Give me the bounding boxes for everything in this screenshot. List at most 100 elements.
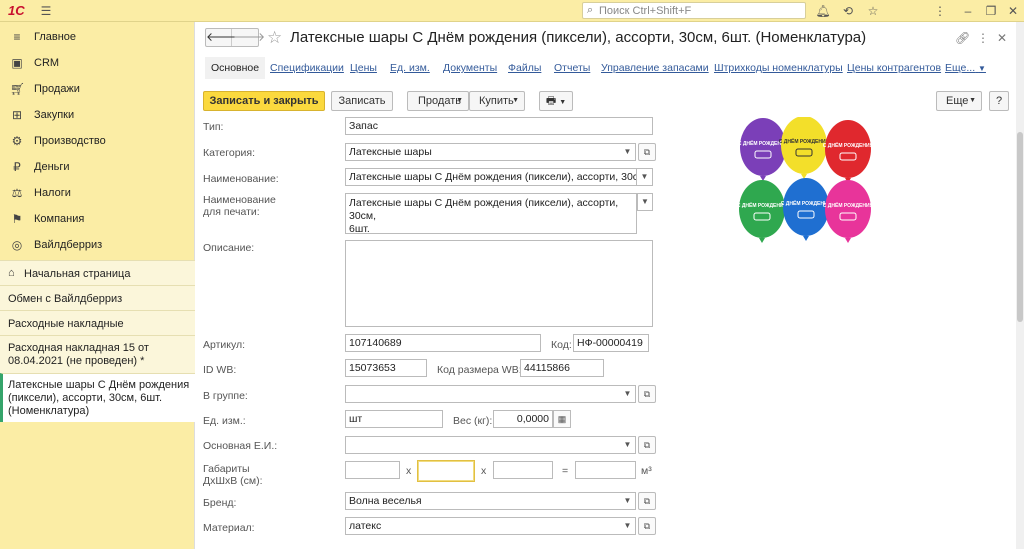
sidebar-item-main[interactable]: ≡ Главное xyxy=(0,24,195,50)
name-field[interactable]: Латексные шары С Днём рождения (пиксели)… xyxy=(345,168,637,186)
brand-field[interactable]: Волна веселья xyxy=(345,492,621,510)
group-field[interactable] xyxy=(345,385,621,403)
back-arrow-icon[interactable]: 🡐 xyxy=(206,29,238,46)
length-field[interactable] xyxy=(345,461,400,479)
history-icon[interactable]: ⟲ xyxy=(840,3,856,19)
code-field[interactable]: НФ-00000419 xyxy=(573,334,649,352)
main-unit-open-icon[interactable]: ⧉ xyxy=(638,436,656,454)
tab-reports[interactable]: Отчеты xyxy=(554,57,590,79)
help-button[interactable]: ? xyxy=(989,91,1009,111)
history-item-exchange[interactable]: Обмен с Вайлдберриз xyxy=(0,285,195,310)
tab-specifications[interactable]: Спецификации xyxy=(270,57,344,79)
history-item-invoices[interactable]: Расходные накладные xyxy=(0,310,195,335)
main-unit-dropdown-icon[interactable]: ▼ xyxy=(620,436,636,454)
equals-sign: = xyxy=(562,465,569,477)
sell-button[interactable]: Продать ▼ xyxy=(407,91,469,111)
category-dropdown-icon[interactable]: ▼ xyxy=(620,143,636,161)
more-vert-icon[interactable]: ⋮ xyxy=(977,31,989,45)
material-field[interactable]: латекс xyxy=(345,517,621,535)
favorite-star-icon[interactable]: ☆ xyxy=(267,28,282,48)
link-icon[interactable]: 🔗︎ xyxy=(955,31,970,45)
unit-field[interactable]: шт xyxy=(345,410,443,428)
category-open-icon[interactable]: ⧉ xyxy=(638,143,656,161)
sidebar-item-crm[interactable]: ▣ CRM xyxy=(0,50,195,76)
name-dropdown-icon[interactable]: ▼ xyxy=(637,168,653,186)
restore-icon[interactable]: ❐ xyxy=(983,3,999,19)
print-name-field[interactable]: Латексные шары С Днём рождения (пиксели)… xyxy=(345,193,637,235)
sizewb-field[interactable]: 44115866 xyxy=(520,359,604,377)
balloon: С ДНЁМ РОЖДЕНИЯ xyxy=(781,178,832,241)
material-open-icon[interactable]: ⧉ xyxy=(638,517,656,535)
type-field[interactable]: Запас xyxy=(345,117,653,135)
dropdown-arrow-icon: ▼ xyxy=(456,97,463,104)
weight-label: Вес (кг): xyxy=(453,415,493,427)
unit-label: Ед. изм.: xyxy=(203,415,246,427)
tab-barcodes[interactable]: Штрихкоды номенклатуры xyxy=(714,57,843,79)
width-field[interactable] xyxy=(417,460,475,482)
buy-button[interactable]: Купить ▼ xyxy=(469,91,525,111)
sidebar-item-purchases[interactable]: ⊞ Закупки xyxy=(0,102,195,128)
sidebar-item-wildberries[interactable]: ◎ Вайлдберриз xyxy=(0,232,195,258)
scrollbar[interactable] xyxy=(1016,22,1024,549)
tab-inventory[interactable]: Управление запасами xyxy=(601,57,709,79)
sidebar-item-company[interactable]: ⚑ Компания xyxy=(0,206,195,232)
forward-arrow-icon[interactable]: 🡒 xyxy=(233,29,265,46)
sidebar-item-sales[interactable]: 🛒︎ Продажи xyxy=(0,76,195,102)
print-button[interactable]: 🖶 ▼ xyxy=(539,91,573,111)
sidebar-item-money[interactable]: ₽ Деньги xyxy=(0,154,195,180)
height-field[interactable] xyxy=(493,461,553,479)
search-input[interactable]: ⌕ Поиск Ctrl+Shift+F xyxy=(582,2,806,19)
volume-field[interactable] xyxy=(575,461,636,479)
material-dropdown-icon[interactable]: ▼ xyxy=(620,517,636,535)
description-label: Описание: xyxy=(203,242,255,254)
balloon: С ДНЁМ РОЖДЕНИЯ xyxy=(823,180,874,243)
idwb-label: ID WB: xyxy=(203,364,237,376)
search-icon: ⌕ xyxy=(587,4,594,16)
balloon: С ДНЁМ РОЖДЕНИЯ xyxy=(738,118,789,181)
brand-dropdown-icon[interactable]: ▼ xyxy=(620,492,636,510)
tab-documents[interactable]: Документы xyxy=(443,57,497,79)
tab-prices[interactable]: Цены xyxy=(350,57,377,79)
more-button[interactable]: Еще ▼ xyxy=(936,91,982,111)
category-field[interactable]: Латексные шары xyxy=(345,143,621,161)
sidebar-item-production[interactable]: ⚙ Производство xyxy=(0,128,195,154)
main-unit-label: Основная Е.И.: xyxy=(203,440,278,452)
group-label: В группе: xyxy=(203,390,248,402)
save-button[interactable]: Записать xyxy=(331,91,393,111)
main-unit-field[interactable] xyxy=(345,436,621,454)
tab-main[interactable]: Основное xyxy=(205,57,266,79)
history-item-invoice-15[interactable]: Расходная накладная 15 от 08.04.2021 (не… xyxy=(0,335,195,373)
menu-icon: ≡ xyxy=(13,30,21,44)
app-menu-icon[interactable]: ⋮ xyxy=(932,3,948,19)
tab-more[interactable]: Еще... ▼ xyxy=(945,57,986,79)
sidebar-item-taxes[interactable]: ⚖ Налоги xyxy=(0,180,195,206)
tab-files[interactable]: Файлы xyxy=(508,57,541,79)
category-label: Категория: xyxy=(203,147,256,159)
sizewb-label: Код размера WB: xyxy=(437,364,522,376)
scrollbar-thumb[interactable] xyxy=(1017,132,1023,322)
close-form-icon[interactable]: ✕ xyxy=(997,31,1007,45)
group-open-icon[interactable]: ⧉ xyxy=(638,385,656,403)
idwb-field[interactable]: 15073653 xyxy=(345,359,427,377)
bell-icon[interactable]: 🔔︎ xyxy=(815,3,831,19)
name-label: Наименование: xyxy=(203,173,279,185)
group-dropdown-icon[interactable]: ▼ xyxy=(620,385,636,403)
description-field[interactable] xyxy=(345,240,653,327)
history-item-home[interactable]: ⌂ Начальная страница xyxy=(0,260,195,285)
save-close-button[interactable]: Записать и закрыть xyxy=(203,91,325,111)
minimize-icon[interactable]: – xyxy=(960,3,976,19)
close-icon[interactable]: ✕ xyxy=(1005,3,1021,19)
star-icon[interactable]: ☆ xyxy=(865,3,881,19)
dropdown-arrow-icon: ▼ xyxy=(559,99,567,106)
tab-units[interactable]: Ед. изм. xyxy=(390,57,430,79)
calculator-icon[interactable]: ▦ xyxy=(553,410,571,428)
weight-field[interactable]: 0,0000 xyxy=(493,410,553,428)
wildberries-icon: ◎ xyxy=(11,238,23,252)
material-label: Материал: xyxy=(203,522,255,534)
article-field[interactable]: 107140689 xyxy=(345,334,541,352)
history-item-nomenclature[interactable]: Латексные шары С Днём рождения (пиксели)… xyxy=(0,373,195,422)
tab-counterparty-prices[interactable]: Цены контрагентов xyxy=(847,57,941,79)
brand-open-icon[interactable]: ⧉ xyxy=(638,492,656,510)
print-name-dropdown-icon[interactable]: ▼ xyxy=(637,193,653,211)
menu-icon[interactable]: ☰ xyxy=(38,3,54,19)
